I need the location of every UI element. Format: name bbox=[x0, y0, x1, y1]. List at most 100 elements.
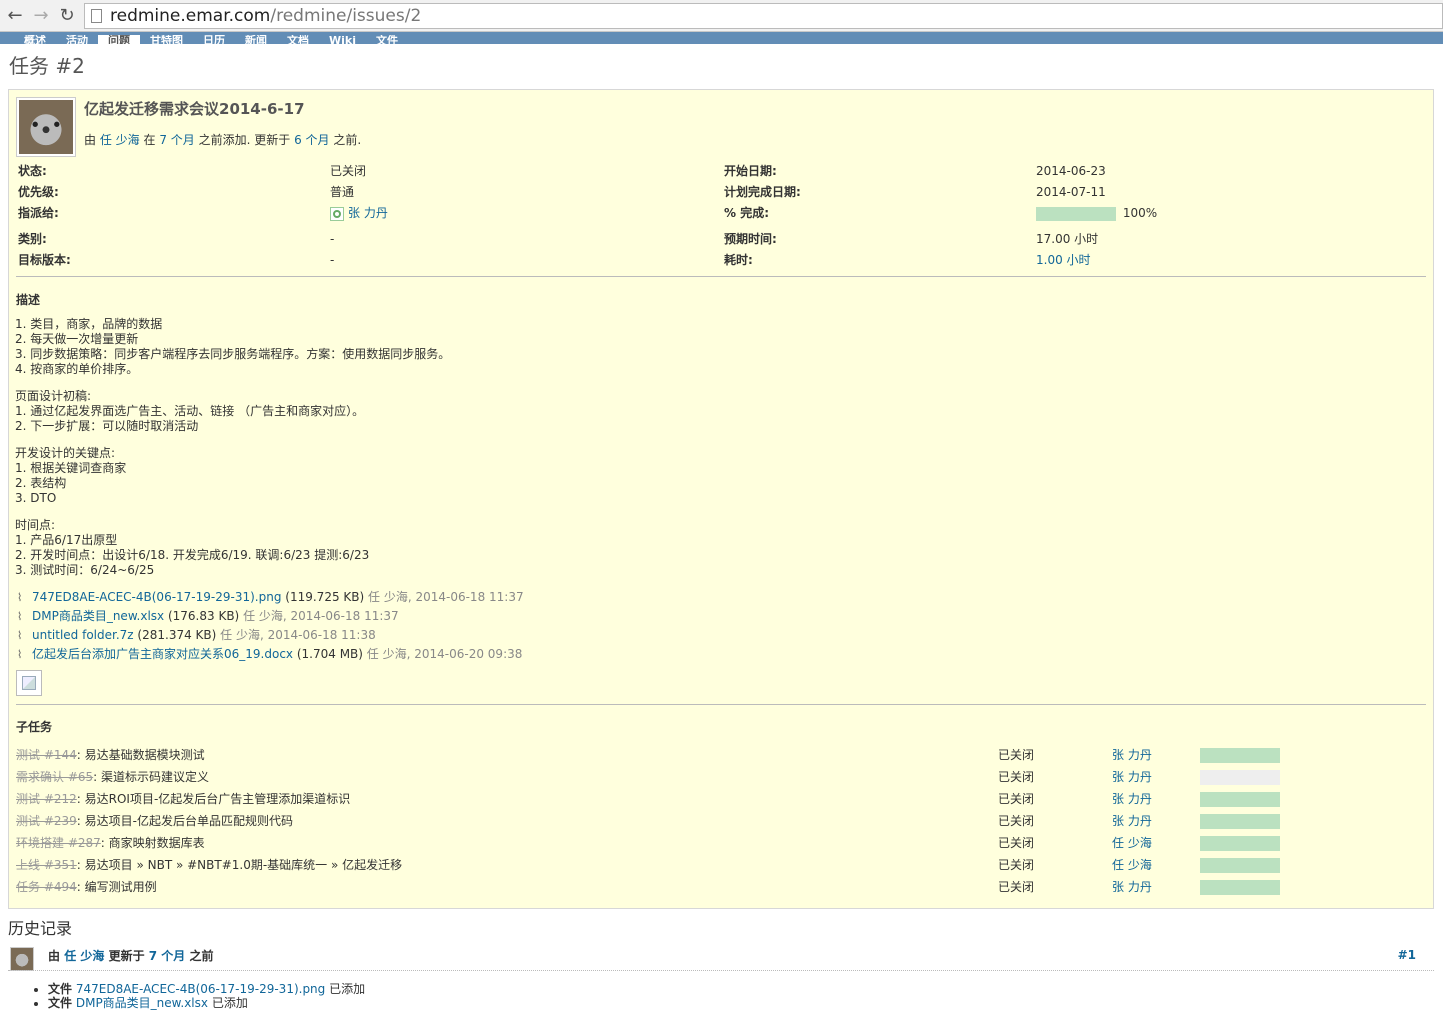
subtask-assignee-link[interactable]: 张 力丹 bbox=[1112, 788, 1152, 810]
subtask-row: 需求确认 #65: 渠道标示码建议定义 已关闭 张 力丹 bbox=[16, 766, 1416, 788]
menu-item[interactable]: 日历 bbox=[193, 35, 235, 44]
subtask-link[interactable]: 环境搭建 #287 bbox=[16, 836, 101, 850]
journal-author-link[interactable]: 任 少海 bbox=[64, 949, 104, 963]
subtask-assignee-link[interactable]: 任 少海 bbox=[1112, 832, 1152, 854]
progress-bar bbox=[1036, 206, 1116, 221]
paperclip-icon: ⌇ bbox=[17, 629, 23, 642]
subtask-assignee-link[interactable]: 张 力丹 bbox=[1112, 876, 1152, 898]
detail-action: 已添加 bbox=[329, 982, 366, 996]
menu-item[interactable]: 活动 bbox=[56, 35, 98, 44]
author-link[interactable]: 任 少海 bbox=[100, 133, 140, 147]
menu-item[interactable]: Wiki bbox=[319, 35, 366, 44]
address-bar[interactable]: redmine.emar.com/redmine/issues/2 bbox=[84, 2, 1443, 29]
description-line: 1. 产品6/17出原型 bbox=[15, 533, 118, 547]
menu-item[interactable]: 问题 bbox=[98, 35, 140, 44]
subtask-subject: : 编写测试用例 bbox=[76, 880, 157, 894]
attribute-value: 2014-06-23 bbox=[1036, 164, 1106, 178]
subtask-subject: : 易达项目-亿起发后台单品匹配规则代码 bbox=[76, 814, 293, 828]
subtask-subject: : 易达基础数据模块测试 bbox=[76, 748, 205, 762]
attribute-value-cell: 2014-07-11 bbox=[1036, 183, 1106, 201]
attribute-label: 计划完成日期: bbox=[724, 185, 801, 199]
subtask-progress-bar bbox=[1200, 792, 1280, 807]
subtask-progress-fill bbox=[1200, 814, 1280, 829]
added-suffix: 之前添加. 更新于 bbox=[198, 133, 291, 147]
menu-item[interactable]: 文件 bbox=[366, 35, 408, 44]
description-line: 3. 测试时间：6/24~6/25 bbox=[15, 563, 155, 577]
url-path: /redmine/issues/2 bbox=[270, 5, 422, 26]
subtask-progress-fill bbox=[1200, 792, 1280, 807]
attachment-thumbnail[interactable] bbox=[16, 670, 42, 696]
subtask-link[interactable]: 上线 #351 bbox=[16, 858, 77, 872]
attribute-row: 开始日期: 2014-06-23 bbox=[18, 162, 1428, 180]
added-ago-link[interactable]: 7 个月 bbox=[159, 133, 194, 147]
subtask-link[interactable]: 测试 #144 bbox=[16, 748, 77, 762]
attachment-link[interactable]: untitled folder.7z bbox=[32, 628, 134, 642]
paperclip-icon: ⌇ bbox=[17, 610, 23, 623]
detail-label: 文件 bbox=[48, 996, 73, 1010]
subtask-progress-bar bbox=[1200, 770, 1280, 785]
subtask-progress-fill bbox=[1200, 748, 1280, 763]
menu-item[interactable]: 文档 bbox=[277, 35, 319, 44]
attribute-value-cell: 2014-06-23 bbox=[1036, 162, 1106, 180]
subtask-row: 测试 #239: 易达项目-亿起发后台单品匹配规则代码 已关闭 张 力丹 bbox=[16, 810, 1416, 832]
reload-icon[interactable]: ↻ bbox=[56, 5, 78, 27]
detail-action: 已添加 bbox=[211, 996, 248, 1010]
description-line: 开发设计的关键点: bbox=[15, 446, 116, 460]
subtask-progress-bar bbox=[1200, 858, 1280, 873]
subtask-row: 测试 #212: 易达ROI项目-亿起发后台广告主管理添加渠道标识 已关闭 张 力丹 bbox=[16, 788, 1416, 810]
attribute-value-link[interactable]: 1.00 小时 bbox=[1036, 253, 1091, 267]
issue-box: 亿起发迁移需求会议2014-6-17 由 任 少海 在 7 个月 之前添加. 更… bbox=[8, 89, 1434, 909]
subtask-progress-fill bbox=[1200, 858, 1280, 873]
menu-item[interactable]: 新闻 bbox=[235, 35, 277, 44]
description-line: 2. 每天做一次增量更新 bbox=[15, 332, 139, 346]
attribute-value: 2014-07-11 bbox=[1036, 185, 1106, 199]
subtask-subject: : 渠道标示码建议定义 bbox=[93, 770, 209, 784]
subtask-link[interactable]: 需求确认 #65 bbox=[16, 770, 93, 784]
attachment-link[interactable]: DMP商品类目_new.xlsx bbox=[32, 609, 164, 623]
subtask-assignee-link[interactable]: 任 少海 bbox=[1112, 854, 1152, 876]
description-line: 1. 类目，商家，品牌的数据 bbox=[15, 317, 163, 331]
attachment-link[interactable]: 747ED8AE-ACEC-4B(06-17-19-29-31).png bbox=[32, 590, 281, 604]
menu-item[interactable]: 甘特图 bbox=[140, 35, 193, 44]
author-prefix: 由 bbox=[84, 133, 97, 147]
updated-ago-link[interactable]: 6 个月 bbox=[294, 133, 329, 147]
subtask-progress-bar bbox=[1200, 814, 1280, 829]
browser-toolbar: ← → ↻ redmine.emar.com/redmine/issues/2 bbox=[0, 0, 1443, 32]
journal-header: 由 任 少海 更新于 7 个月 之前 bbox=[48, 948, 214, 964]
back-arrow-icon[interactable]: ← bbox=[4, 5, 26, 27]
author-in: 在 bbox=[143, 133, 156, 147]
description-paragraph: 页面设计初稿: 1. 通过亿起发界面选广告主、活动、链接 （广告主和商家对应）。 2… bbox=[15, 389, 450, 434]
forward-arrow-icon[interactable]: → bbox=[30, 5, 52, 27]
description-paragraph: 时间点: 1. 产品6/17出原型 2. 开发时间点：出设计6/18. 开发完成6/… bbox=[15, 518, 450, 578]
subtask-assignee-link[interactable]: 张 力丹 bbox=[1112, 766, 1152, 788]
subtask-row: 测试 #144: 易达基础数据模块测试 已关闭 张 力丹 bbox=[16, 744, 1416, 766]
subtask-row: 环境搭建 #287: 商家映射数据库表 已关闭 任 少海 bbox=[16, 832, 1416, 854]
description-line: 3. 同步数据策略：同步客户端程序去同步服务端程序。方案：使用数据同步服务。 bbox=[15, 347, 451, 361]
description-line: 3. DTO bbox=[15, 491, 57, 505]
subtask-progress-bar bbox=[1200, 836, 1280, 851]
subtask-link[interactable]: 测试 #212 bbox=[16, 792, 77, 806]
attribute-label: 开始日期: bbox=[724, 164, 777, 178]
journal-ago-link[interactable]: 7 个月 bbox=[149, 949, 186, 963]
subtask-status: 已关闭 bbox=[998, 836, 1035, 850]
subtask-assignee-link[interactable]: 张 力丹 bbox=[1112, 744, 1152, 766]
attachment-size: (1.704 MB) bbox=[296, 647, 363, 661]
subtask-link[interactable]: 任务 #494 bbox=[16, 880, 77, 894]
description-line: 页面设计初稿: bbox=[15, 389, 92, 403]
subtask-progress-bar bbox=[1200, 748, 1280, 763]
journal-number-link[interactable]: #1 bbox=[1398, 948, 1416, 962]
attribute-row: 预期时间: 17.00 小时 bbox=[18, 230, 1428, 248]
detail-file-link[interactable]: DMP商品类目_new.xlsx bbox=[76, 996, 208, 1010]
subtask-assignee-link[interactable]: 张 力丹 bbox=[1112, 810, 1152, 832]
progress-fill bbox=[1036, 206, 1116, 221]
description-line: 2. 下一步扩展：可以随时取消活动 bbox=[15, 419, 199, 433]
description-line: 1. 通过亿起发界面选广告主、活动、链接 （广告主和商家对应）。 bbox=[15, 404, 365, 418]
subtask-link[interactable]: 测试 #239 bbox=[16, 814, 77, 828]
attachment-link[interactable]: 亿起发后台添加广告主商家对应关系06_19.docx bbox=[32, 647, 293, 661]
attachments-list: ⌇ 747ED8AE-ACEC-4B(06-17-19-29-31).png (1… bbox=[17, 588, 524, 664]
menu-item[interactable]: 概述 bbox=[14, 35, 56, 44]
attachment-item: ⌇ 亿起发后台添加广告主商家对应关系06_19.docx (1.704 MB) 任… bbox=[17, 645, 524, 664]
detail-file-link[interactable]: 747ED8AE-ACEC-4B(06-17-19-29-31).png bbox=[76, 982, 325, 996]
description-line: 2. 开发时间点：出设计6/18. 开发完成6/19. 联调:6/23 提测:6… bbox=[15, 548, 370, 562]
history-title: 历史记录 bbox=[8, 919, 73, 938]
